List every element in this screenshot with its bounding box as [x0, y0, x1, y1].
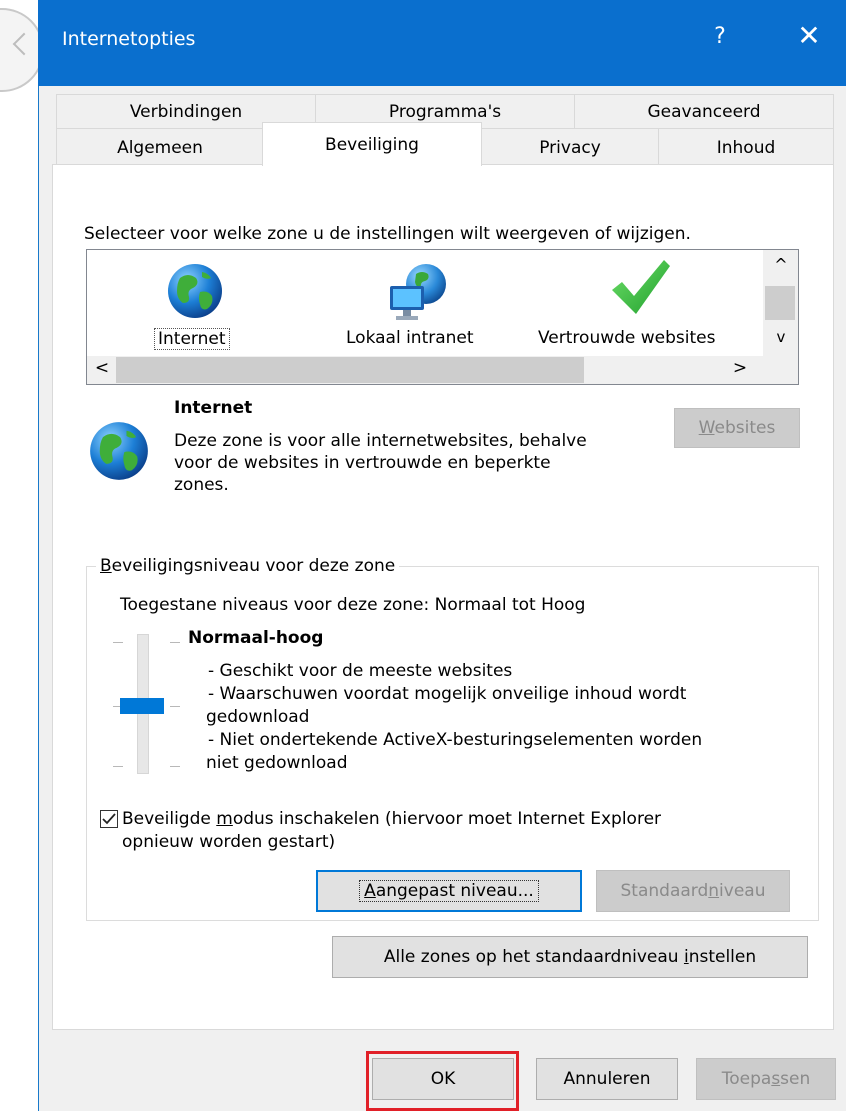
default-level-button[interactable]: Standaardniveau [596, 870, 790, 912]
zone-description: Deze zone is voor alle internetwebsites,… [174, 430, 587, 496]
window-title: Internetopties [62, 28, 196, 50]
level-description-line: niet gedownload [206, 753, 348, 773]
slider-tick [113, 766, 123, 767]
reset-all-zones-button[interactable]: Alle zones op het standaardniveau instel… [332, 936, 808, 978]
checkmark-small-icon [102, 813, 116, 825]
level-description-line: - Geschikt voor de meeste websites [208, 661, 513, 681]
level-description: - Geschikt voor de meeste websites - Waa… [206, 660, 702, 775]
zone-label-vertrouwde-websites[interactable]: Vertrouwde websites [538, 328, 716, 348]
ok-highlight-box [366, 1051, 519, 1111]
level-description-line: - Waarschuwen voordat mogelijk onveilige… [208, 684, 687, 704]
tab-algemeen[interactable]: Algemeen [56, 128, 264, 165]
protected-mode-label-line: Beveiligde modus inschakelen (hiervoor m… [122, 809, 662, 829]
zone-label-lokaal-intranet[interactable]: Lokaal intranet [346, 328, 474, 348]
protected-mode-checkbox[interactable] [100, 810, 118, 828]
scroll-left-icon[interactable]: < [92, 358, 112, 378]
scroll-right-icon[interactable]: > [730, 358, 750, 378]
apply-button[interactable]: Toepassen [696, 1058, 836, 1100]
zone-description-line: voor de websites in vertrouwde en beperk… [174, 453, 551, 473]
tab-inhoud[interactable]: Inhoud [658, 128, 834, 165]
custom-level-button[interactable]: Aangepast niveau... [316, 870, 582, 912]
level-name: Normaal-hoog [188, 628, 324, 648]
allowed-levels-text: Toegestane niveaus voor deze zone: Norma… [120, 595, 586, 615]
zone-instruction: Selecteer voor welke zone u de instellin… [84, 224, 691, 244]
globe-icon[interactable] [166, 262, 224, 320]
slider-tick [170, 766, 180, 767]
zone-description-line: zones. [174, 475, 229, 495]
security-slider-thumb[interactable] [120, 698, 164, 714]
tab-privacy[interactable]: Privacy [481, 128, 659, 165]
level-description-line: gedownload [206, 707, 310, 727]
protected-mode-label[interactable]: Beveiligde modus inschakelen (hiervoor m… [122, 808, 661, 854]
scroll-down-icon[interactable]: v [766, 328, 796, 346]
scroll-up-icon[interactable]: ^ [766, 255, 796, 274]
zone-description-line: Deze zone is voor alle internetwebsites,… [174, 431, 587, 451]
tab-beveiliging[interactable]: Beveiliging [262, 122, 482, 166]
horizontal-scroll-thumb[interactable] [116, 357, 584, 383]
vertical-scroll-thumb[interactable] [765, 286, 795, 320]
zone-label-internet[interactable]: Internet [154, 328, 230, 350]
level-description-line: - Niet ondertekende ActiveX-besturingsel… [208, 730, 703, 750]
slider-tick [170, 642, 180, 643]
slider-tick [113, 642, 123, 643]
close-button[interactable]: ✕ [793, 20, 825, 52]
websites-button[interactable]: Websites [674, 408, 800, 448]
security-level-legend: Beveiligingsniveau voor deze zone [96, 556, 400, 576]
checkmark-icon[interactable] [610, 258, 672, 316]
zone-info-globe-icon [88, 420, 150, 482]
slider-tick [170, 706, 180, 707]
tab-geavanceerd[interactable]: Geavanceerd [574, 94, 834, 129]
protected-mode-label-line: opnieuw worden gestart) [122, 832, 336, 852]
cancel-button[interactable]: Annuleren [536, 1058, 678, 1100]
zone-name: Internet [174, 398, 253, 418]
network-globe-icon[interactable] [388, 262, 452, 322]
help-button[interactable]: ? [708, 24, 732, 49]
